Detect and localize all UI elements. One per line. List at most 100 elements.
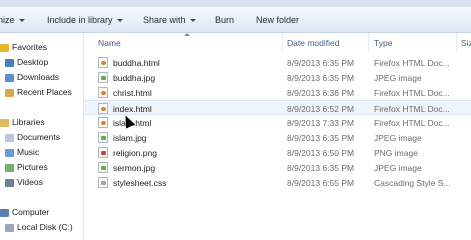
file-name: index.html <box>113 104 152 114</box>
nav-videos[interactable]: Videos <box>5 175 43 189</box>
jpeg-file-icon <box>98 72 108 83</box>
file-name: sermon.jpg <box>113 163 156 173</box>
firefox-html-file-icon <box>98 103 108 114</box>
computer-icon <box>0 208 9 217</box>
pictures-icon <box>5 163 14 172</box>
nav-label: Downloads <box>17 72 60 82</box>
file-date: 8/9/2013 6:35 PM <box>287 73 355 83</box>
nav-pictures[interactable]: Pictures <box>5 160 48 174</box>
nav-label: Desktop <box>17 57 49 67</box>
file-name: islam.jpg <box>113 133 147 143</box>
organize-label: nize <box>0 15 15 25</box>
nav-music[interactable]: Music <box>5 145 39 159</box>
file-type: Firefox HTML Doc... <box>374 58 450 68</box>
file-row[interactable]: islam.jpg 8/9/2013 6:35 PM JPEG image <box>84 130 471 145</box>
file-date: 8/9/2013 6:35 PM <box>287 133 355 143</box>
include-in-library-label: Include in library <box>47 15 113 25</box>
new-folder-label: New folder <box>256 15 300 25</box>
file-row[interactable]: sermon.jpg 8/9/2013 6:35 PM JPEG image <box>84 160 471 175</box>
chevron-down-icon <box>116 19 123 23</box>
nav-label: Documents <box>17 132 60 142</box>
nav-label: Computer <box>12 207 50 217</box>
file-date: 8/9/2013 6:36 PM <box>287 88 355 98</box>
nav-documents[interactable]: Documents <box>5 130 60 144</box>
nav-downloads[interactable]: Downloads <box>5 70 59 84</box>
nav-label: Pictures <box>17 162 48 172</box>
star-icon <box>0 43 9 52</box>
share-with-button[interactable]: Share with <box>143 13 196 27</box>
file-type: Firefox HTML Doc... <box>374 104 450 114</box>
nav-label: Libraries <box>12 117 45 127</box>
file-name: buddha.html <box>113 58 160 68</box>
organize-button[interactable]: nize <box>0 13 25 27</box>
column-header-type[interactable]: Type <box>374 37 392 49</box>
nav-label: Music <box>17 147 40 157</box>
navigation-pane: Favorites Desktop Downloads Recent Place… <box>0 33 84 240</box>
nav-favorites[interactable]: Favorites <box>0 40 47 54</box>
column-divider[interactable] <box>456 33 457 53</box>
nav-label: Favorites <box>12 42 47 52</box>
music-icon <box>5 148 14 157</box>
file-name: stylesheet.css <box>113 178 167 188</box>
file-date: 8/9/2013 7:33 PM <box>287 118 355 128</box>
window-top-strip <box>0 0 471 7</box>
nav-computer[interactable]: Computer <box>0 205 49 219</box>
file-list: Name Date modified Type Siz buddha.html … <box>84 33 471 240</box>
nav-recent-places[interactable]: Recent Places <box>5 85 72 99</box>
file-row[interactable]: buddha.jpg 8/9/2013 6:35 PM JPEG image <box>84 70 471 85</box>
firefox-html-file-icon <box>98 57 108 68</box>
png-file-icon <box>98 147 108 158</box>
chevron-down-icon <box>18 19 25 23</box>
file-row[interactable]: buddha.html 8/9/2013 6:35 PM Firefox HTM… <box>84 55 471 70</box>
firefox-html-file-icon <box>98 87 108 98</box>
file-type: JPEG image <box>374 133 422 143</box>
downloads-icon <box>5 73 14 82</box>
file-name: buddha.jpg <box>113 73 156 83</box>
file-row[interactable]: islam.html 8/9/2013 7:33 PM Firefox HTML… <box>84 115 471 130</box>
sort-ascending-icon <box>184 33 190 36</box>
column-divider[interactable] <box>368 33 369 53</box>
file-date: 8/9/2013 6:50 PM <box>287 148 355 158</box>
desktop-icon <box>5 58 14 67</box>
file-row[interactable]: religion.png 8/9/2013 6:50 PM PNG image <box>84 145 471 160</box>
file-row-hovered[interactable]: index.html 8/9/2013 6:52 PM Firefox HTML… <box>84 100 471 115</box>
file-date: 8/9/2013 6:35 PM <box>287 163 355 173</box>
nav-desktop[interactable]: Desktop <box>5 55 48 69</box>
jpeg-file-icon <box>98 162 108 173</box>
file-date: 8/9/2013 6:35 PM <box>287 58 355 68</box>
include-in-library-button[interactable]: Include in library <box>47 13 123 27</box>
libraries-icon <box>0 118 9 127</box>
share-with-label: Share with <box>143 15 186 25</box>
css-file-icon <box>98 177 108 188</box>
column-header-date[interactable]: Date modified <box>287 37 339 49</box>
nav-label: Local Disk (C:) <box>17 222 73 232</box>
file-type: PNG image <box>374 148 418 158</box>
videos-icon <box>5 178 14 187</box>
file-type: JPEG image <box>374 163 422 173</box>
burn-button[interactable]: Burn <box>215 13 234 27</box>
file-type: Cascading Style S... <box>374 178 451 188</box>
new-folder-button[interactable]: New folder <box>256 13 299 27</box>
file-type: Firefox HTML Doc... <box>374 118 450 128</box>
recent-places-icon <box>5 88 14 97</box>
column-header-size[interactable]: Siz <box>461 37 471 49</box>
column-divider[interactable] <box>282 33 283 53</box>
command-bar: nize Include in library Share with Burn … <box>0 7 471 33</box>
nav-label: Recent Places <box>17 87 72 97</box>
file-row[interactable]: stylesheet.css 8/9/2013 6:55 PM Cascadin… <box>84 175 471 190</box>
column-header-name[interactable]: Name <box>98 37 121 49</box>
file-row[interactable]: christ.html 8/9/2013 6:36 PM Firefox HTM… <box>84 85 471 100</box>
file-date: 8/9/2013 6:55 PM <box>287 178 355 188</box>
firefox-html-file-icon <box>98 117 108 128</box>
nav-libraries[interactable]: Libraries <box>0 115 45 129</box>
nav-local-disk[interactable]: Local Disk (C:) <box>5 220 73 234</box>
file-type: Firefox HTML Doc... <box>374 88 450 98</box>
local-disk-icon <box>5 223 14 232</box>
file-name: religion.png <box>113 148 157 158</box>
file-date: 8/9/2013 6:52 PM <box>287 104 355 114</box>
burn-label: Burn <box>215 15 235 25</box>
jpeg-file-icon <box>98 132 108 143</box>
file-type: JPEG image <box>374 73 422 83</box>
chevron-down-icon <box>189 19 196 23</box>
file-name: christ.html <box>113 88 152 98</box>
